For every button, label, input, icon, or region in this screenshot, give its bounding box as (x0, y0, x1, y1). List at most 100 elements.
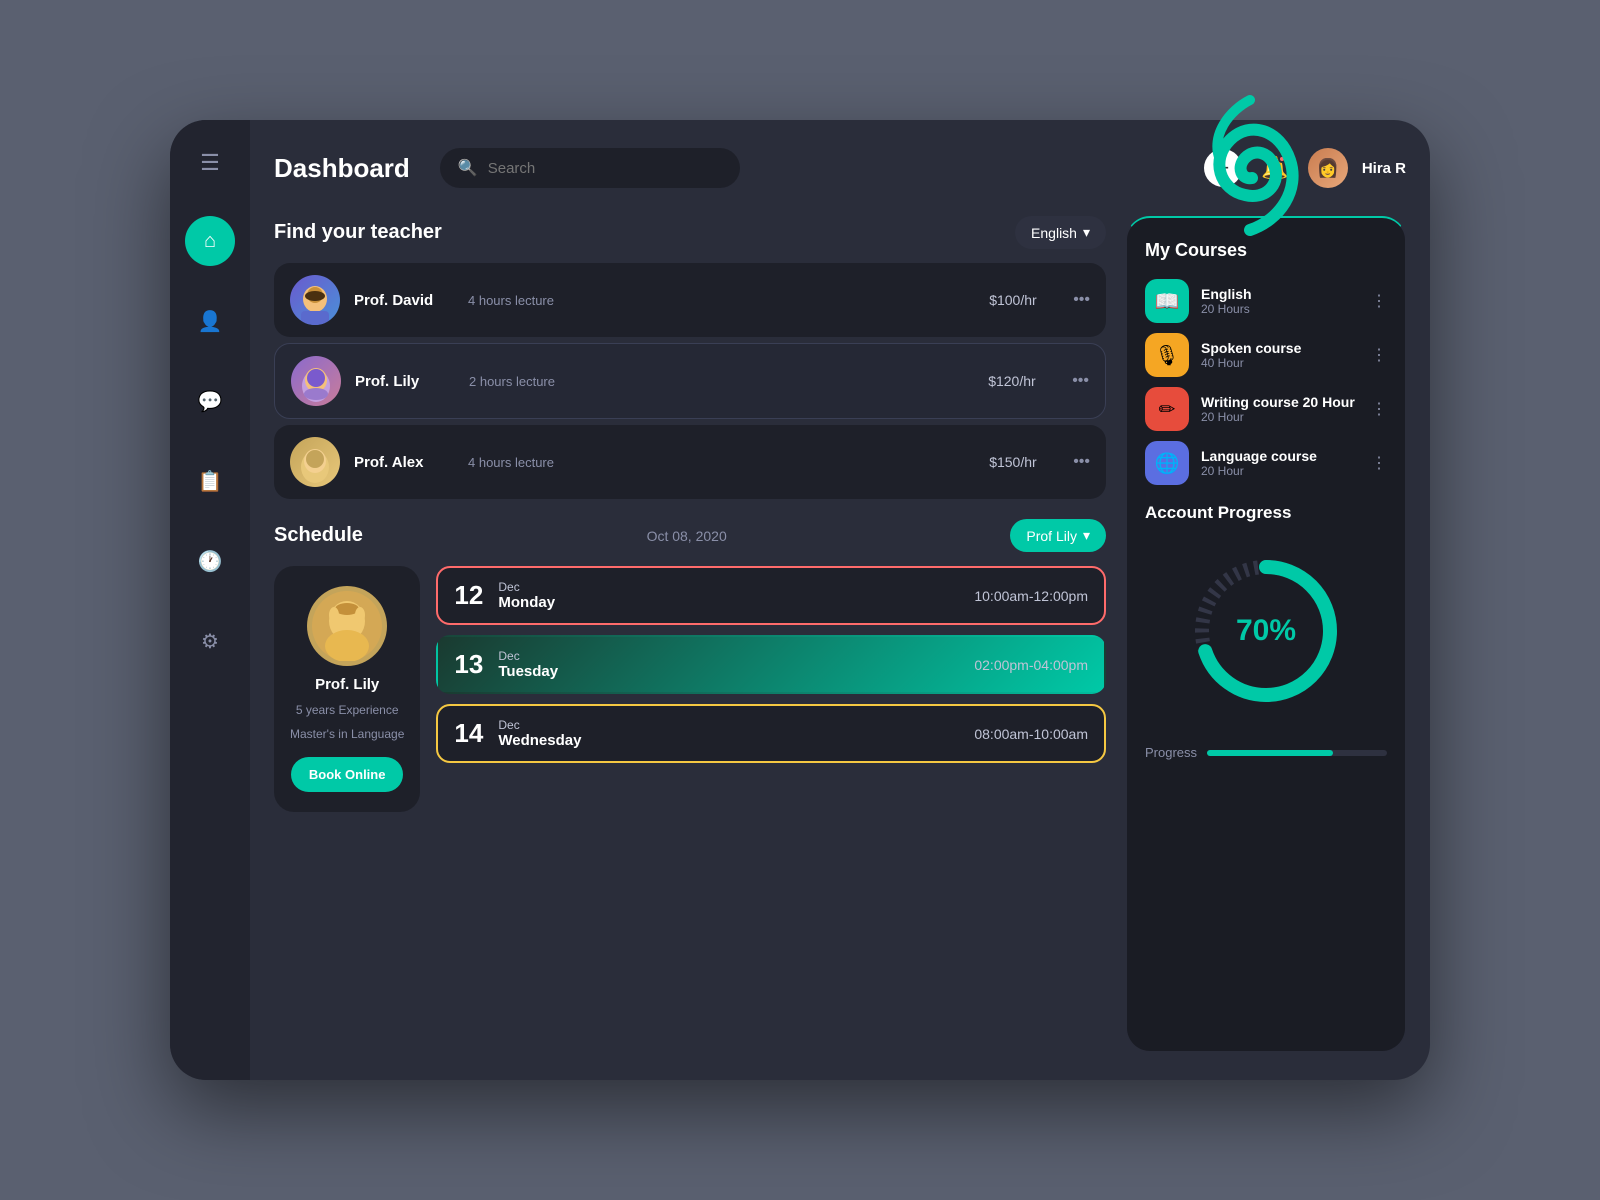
right-panel: My Courses 📖 English 20 Hours ⋮ 🎙 (1126, 216, 1406, 1052)
book-online-button[interactable]: Book Online (291, 757, 404, 792)
course-duration: 20 Hour (1201, 464, 1359, 478)
sidebar-item-settings[interactable]: ⚙ (185, 616, 235, 666)
avatar (291, 356, 341, 406)
search-bar[interactable]: 🔍 (440, 148, 740, 188)
more-options-icon[interactable]: ⋮ (1371, 399, 1387, 419)
chevron-down-icon: ▾ (1083, 224, 1090, 241)
course-icon-english: 📖 (1145, 279, 1189, 323)
teacher-lecture: 2 hours lecture (469, 374, 974, 389)
slot-month: Dec (498, 580, 588, 594)
slot-month: Dec (498, 718, 588, 732)
teacher-rate: $150/hr (989, 454, 1059, 470)
course-info: Language course 20 Hour (1201, 448, 1359, 478)
list-item[interactable]: 📖 English 20 Hours ⋮ (1145, 279, 1387, 323)
content-area: Find your teacher English ▾ (274, 216, 1406, 1052)
slot-dayname: Monday (498, 594, 588, 611)
slot-day-number: 14 (454, 718, 484, 749)
course-name: Spoken course (1201, 340, 1359, 356)
chevron-down-icon: ▾ (1083, 527, 1090, 544)
schedule-profile-card: Prof. Lily 5 years Experience Master's i… (274, 566, 420, 812)
list-item[interactable]: 14 Dec Wednesday 08:00am-10:00am (436, 704, 1106, 763)
spiral-decoration (1190, 80, 1310, 240)
schedule-section: Schedule Oct 08, 2020 Prof Lily ▾ (274, 519, 1106, 1052)
menu-icon[interactable]: ☰ (200, 150, 220, 176)
profile-degree: Master's in Language (290, 727, 404, 741)
list-item[interactable]: ✏ Writing course 20 Hour 20 Hour ⋮ (1145, 387, 1387, 431)
course-duration: 20 Hours (1201, 302, 1359, 316)
progress-ring: 70% (1186, 551, 1346, 711)
find-teacher-title: Find your teacher (274, 221, 442, 244)
progress-bar-track (1207, 750, 1387, 756)
course-list: 📖 English 20 Hours ⋮ 🎙 Spoken course 40 … (1145, 279, 1387, 485)
app-frame: ☰ ⌂ 👤 💬 📋 🕐 ⚙ Dashboard 🔍 + 🔔 👩 Hi (170, 120, 1430, 1080)
slot-dayname: Wednesday (498, 732, 588, 749)
teacher-name: Prof. Lily (355, 373, 455, 390)
teacher-list: Prof. David 4 hours lecture $100/hr ••• (274, 263, 1106, 499)
slot-time: 02:00pm-04:00pm (974, 657, 1088, 673)
course-duration: 40 Hour (1201, 356, 1359, 370)
more-options-icon[interactable]: ••• (1073, 291, 1090, 309)
user-name: Hira R (1362, 160, 1406, 177)
course-info: Writing course 20 Hour 20 Hour (1201, 394, 1359, 424)
slot-day-info: Dec Wednesday (498, 718, 588, 749)
left-panel: Find your teacher English ▾ (274, 216, 1106, 1052)
teacher-rate: $120/hr (988, 373, 1058, 389)
find-teacher-section: Find your teacher English ▾ (274, 216, 1106, 499)
sidebar: ☰ ⌂ 👤 💬 📋 🕐 ⚙ (170, 120, 250, 1080)
language-filter-dropdown[interactable]: English ▾ (1015, 216, 1106, 249)
sidebar-item-calendar[interactable]: 📋 (185, 456, 235, 506)
course-duration: 20 Hour (1201, 410, 1359, 424)
list-item[interactable]: 12 Dec Monday 10:00am-12:00pm (436, 566, 1106, 625)
schedule-header: Schedule Oct 08, 2020 Prof Lily ▾ (274, 519, 1106, 552)
schedule-date: Oct 08, 2020 (647, 528, 727, 544)
list-item[interactable]: 13 Dec Tuesday 02:00pm-04:00pm (436, 635, 1106, 694)
schedule-content: Prof. Lily 5 years Experience Master's i… (274, 566, 1106, 812)
course-info: English 20 Hours (1201, 286, 1359, 316)
main-content: Dashboard 🔍 + 🔔 👩 Hira R (250, 120, 1430, 1080)
avatar (290, 437, 340, 487)
search-icon: 🔍 (458, 158, 478, 178)
slot-day-info: Dec Monday (498, 580, 588, 611)
course-name: Writing course 20 Hour (1201, 394, 1359, 410)
progress-percent: 70% (1236, 614, 1296, 648)
find-teacher-header: Find your teacher English ▾ (274, 216, 1106, 249)
progress-label: Progress (1145, 745, 1197, 760)
sidebar-item-user[interactable]: 👤 (185, 296, 235, 346)
profile-name: Prof. Lily (315, 676, 379, 693)
more-options-icon[interactable]: ⋮ (1371, 453, 1387, 473)
more-options-icon[interactable]: ⋮ (1371, 291, 1387, 311)
list-item[interactable]: 🌐 Language course 20 Hour ⋮ (1145, 441, 1387, 485)
course-name: English (1201, 286, 1359, 302)
teacher-rate: $100/hr (989, 292, 1059, 308)
course-name: Language course (1201, 448, 1359, 464)
list-item[interactable]: 🎙 Spoken course 40 Hour ⋮ (1145, 333, 1387, 377)
progress-bar-fill (1207, 750, 1333, 756)
sidebar-item-clock[interactable]: 🕐 (185, 536, 235, 586)
language-filter-label: English (1031, 225, 1077, 241)
slot-dayname: Tuesday (498, 663, 588, 680)
page-title: Dashboard (274, 153, 410, 184)
course-icon-language: 🌐 (1145, 441, 1189, 485)
teacher-name: Prof. Alex (354, 454, 454, 471)
slot-day-number: 12 (454, 580, 484, 611)
table-row[interactable]: Prof. Lily 2 hours lecture $120/hr ••• (274, 343, 1106, 419)
teacher-lecture: 4 hours lecture (468, 293, 975, 308)
more-options-icon[interactable]: ••• (1072, 372, 1089, 390)
table-row[interactable]: Prof. David 4 hours lecture $100/hr ••• (274, 263, 1106, 337)
progress-label-row: Progress (1145, 745, 1387, 760)
avatar (290, 275, 340, 325)
schedule-title: Schedule (274, 524, 363, 547)
more-options-icon[interactable]: ⋮ (1371, 345, 1387, 365)
sidebar-item-chat[interactable]: 💬 (185, 376, 235, 426)
account-progress-title: Account Progress (1145, 503, 1387, 523)
search-input[interactable] (488, 160, 722, 177)
sidebar-item-home[interactable]: ⌂ (185, 216, 235, 266)
prof-filter-dropdown[interactable]: Prof Lily ▾ (1010, 519, 1106, 552)
teacher-lecture: 4 hours lecture (468, 455, 975, 470)
table-row[interactable]: Prof. Alex 4 hours lecture $150/hr ••• (274, 425, 1106, 499)
more-options-icon[interactable]: ••• (1073, 453, 1090, 471)
course-icon-writing: ✏ (1145, 387, 1189, 431)
slot-day-number: 13 (454, 649, 484, 680)
schedule-slots: 12 Dec Monday 10:00am-12:00pm 13 (436, 566, 1106, 812)
slot-time: 08:00am-10:00am (974, 726, 1088, 742)
